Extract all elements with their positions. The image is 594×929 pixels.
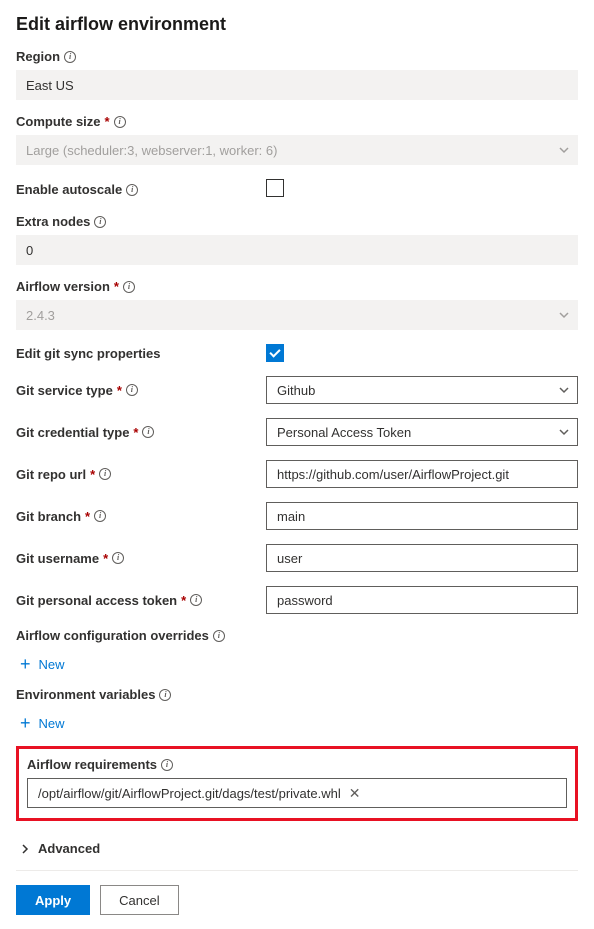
- git-branch-input[interactable]: [266, 502, 578, 530]
- label-git-branch: Git branch: [16, 509, 81, 524]
- info-icon[interactable]: i: [190, 594, 202, 606]
- info-icon[interactable]: i: [114, 116, 126, 128]
- info-icon[interactable]: i: [126, 184, 138, 196]
- required-marker: *: [85, 509, 90, 524]
- page-title: Edit airflow environment: [16, 14, 578, 35]
- field-git-credential-type: Git credential type * i Personal Access …: [16, 418, 578, 446]
- label-airflow-version: Airflow version: [16, 279, 110, 294]
- cancel-button[interactable]: Cancel: [100, 885, 178, 915]
- info-icon[interactable]: i: [142, 426, 154, 438]
- chevron-right-icon: [20, 844, 30, 854]
- airflow-requirements-highlight: Airflow requirements i /opt/airflow/git/…: [16, 746, 578, 821]
- required-marker: *: [103, 551, 108, 566]
- field-region: Region i: [16, 49, 578, 100]
- label-region: Region: [16, 49, 60, 64]
- extra-nodes-input[interactable]: [16, 235, 578, 265]
- git-pat-input[interactable]: [266, 586, 578, 614]
- field-git-service-type: Git service type * i Github: [16, 376, 578, 404]
- field-git-branch: Git branch * i: [16, 502, 578, 530]
- field-airflow-requirements: Airflow requirements i /opt/airflow/git/…: [27, 757, 567, 808]
- info-icon[interactable]: i: [99, 468, 111, 480]
- enable-autoscale-checkbox[interactable]: [266, 179, 284, 197]
- add-env-var-button[interactable]: + New: [16, 708, 578, 732]
- compute-size-select[interactable]: [16, 135, 578, 165]
- info-icon[interactable]: i: [94, 510, 106, 522]
- label-git-pat: Git personal access token: [16, 593, 177, 608]
- field-git-repo-url: Git repo url * i: [16, 460, 578, 488]
- region-input[interactable]: [16, 70, 578, 100]
- info-icon[interactable]: i: [112, 552, 124, 564]
- plus-icon: +: [20, 655, 31, 673]
- add-config-override-button[interactable]: + New: [16, 649, 578, 673]
- info-icon[interactable]: i: [64, 51, 76, 63]
- required-marker: *: [114, 279, 119, 294]
- add-new-label: New: [39, 657, 65, 672]
- advanced-label: Advanced: [38, 841, 100, 856]
- field-git-username: Git username * i: [16, 544, 578, 572]
- label-git-service-type: Git service type: [16, 383, 113, 398]
- field-enable-autoscale: Enable autoscale i: [16, 179, 578, 200]
- add-new-label: New: [39, 716, 65, 731]
- field-git-pat: Git personal access token * i: [16, 586, 578, 614]
- edit-git-sync-checkbox[interactable]: [266, 344, 284, 362]
- field-compute-size: Compute size * i: [16, 114, 578, 165]
- required-marker: *: [181, 593, 186, 608]
- label-git-username: Git username: [16, 551, 99, 566]
- info-icon[interactable]: i: [94, 216, 106, 228]
- requirement-tag-text: /opt/airflow/git/AirflowProject.git/dags…: [38, 786, 341, 801]
- label-git-repo-url: Git repo url: [16, 467, 86, 482]
- info-icon[interactable]: i: [161, 759, 173, 771]
- field-airflow-config-overrides: Airflow configuration overrides i + New: [16, 628, 578, 673]
- info-icon[interactable]: i: [126, 384, 138, 396]
- required-marker: *: [117, 383, 122, 398]
- remove-tag-icon[interactable]: ✕: [349, 785, 361, 802]
- apply-button[interactable]: Apply: [16, 885, 90, 915]
- label-extra-nodes: Extra nodes: [16, 214, 90, 229]
- label-edit-git-sync: Edit git sync properties: [16, 346, 160, 361]
- label-airflow-config-overrides: Airflow configuration overrides: [16, 628, 209, 643]
- git-username-input[interactable]: [266, 544, 578, 572]
- field-airflow-version: Airflow version * i: [16, 279, 578, 330]
- info-icon[interactable]: i: [213, 630, 225, 642]
- required-marker: *: [90, 467, 95, 482]
- label-compute-size: Compute size: [16, 114, 101, 129]
- git-repo-url-input[interactable]: [266, 460, 578, 488]
- info-icon[interactable]: i: [123, 281, 135, 293]
- footer-bar: Apply Cancel: [16, 870, 578, 915]
- label-enable-autoscale: Enable autoscale: [16, 182, 122, 197]
- label-env-vars: Environment variables: [16, 687, 155, 702]
- advanced-expander[interactable]: Advanced: [16, 833, 578, 870]
- required-marker: *: [133, 425, 138, 440]
- airflow-version-select[interactable]: [16, 300, 578, 330]
- git-credential-type-select[interactable]: Personal Access Token: [266, 418, 578, 446]
- plus-icon: +: [20, 714, 31, 732]
- info-icon[interactable]: i: [159, 689, 171, 701]
- field-extra-nodes: Extra nodes i: [16, 214, 578, 265]
- required-marker: *: [105, 114, 110, 129]
- airflow-requirements-input[interactable]: /opt/airflow/git/AirflowProject.git/dags…: [27, 778, 567, 808]
- field-edit-git-sync: Edit git sync properties: [16, 344, 578, 362]
- label-airflow-requirements: Airflow requirements: [27, 757, 157, 772]
- field-env-vars: Environment variables i + New: [16, 687, 578, 732]
- label-git-credential-type: Git credential type: [16, 425, 129, 440]
- git-service-type-select[interactable]: Github: [266, 376, 578, 404]
